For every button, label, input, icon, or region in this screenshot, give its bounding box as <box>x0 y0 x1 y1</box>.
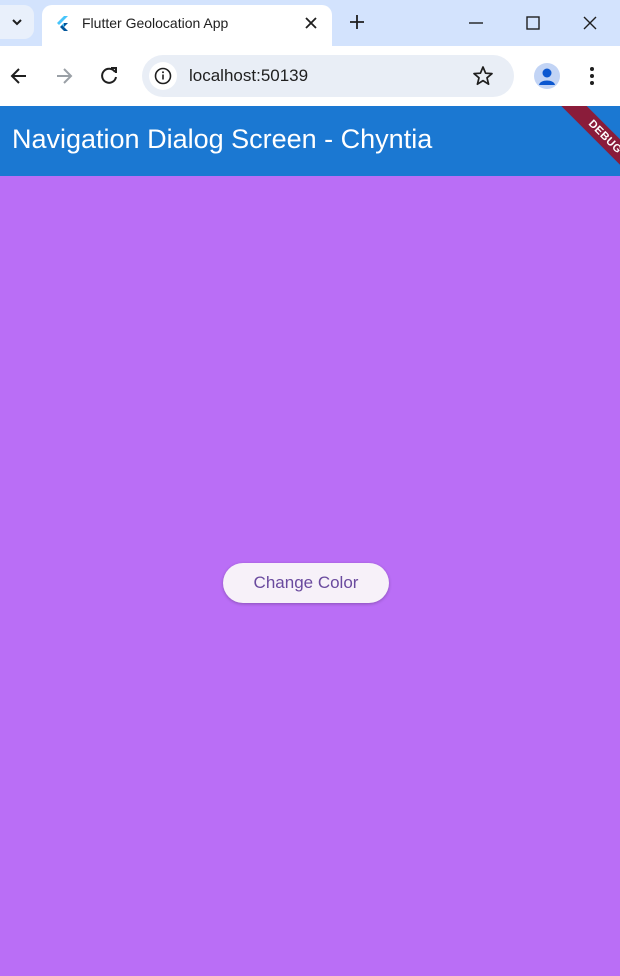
tab-title: Flutter Geolocation App <box>82 15 229 31</box>
window-close-icon[interactable] <box>580 13 600 33</box>
change-color-button[interactable]: Change Color <box>223 563 389 603</box>
arrow-right-icon[interactable] <box>53 65 75 87</box>
browser-titlebar: Flutter Geolocation App <box>0 0 620 46</box>
browser-tab[interactable]: Flutter Geolocation App <box>42 5 332 46</box>
address-bar[interactable]: localhost:50139 <box>142 55 514 97</box>
page-title: Navigation Dialog Screen - Chyntia <box>12 124 433 154</box>
reload-icon[interactable] <box>98 65 120 87</box>
info-icon <box>154 67 172 85</box>
app-bar: Navigation Dialog Screen - Chyntia DEBUG <box>0 106 620 176</box>
star-icon[interactable] <box>472 65 494 87</box>
url-text: localhost:50139 <box>189 66 309 85</box>
person-icon <box>539 68 555 85</box>
close-icon[interactable] <box>304 16 318 30</box>
more-vertical-icon[interactable] <box>582 64 602 88</box>
tab-search-button[interactable] <box>0 5 34 39</box>
plus-icon[interactable] <box>348 13 366 31</box>
profile-button[interactable] <box>534 63 560 89</box>
arrow-left-icon[interactable] <box>8 65 30 87</box>
chevron-down-icon <box>12 19 22 26</box>
browser-toolbar: localhost:50139 <box>0 46 620 107</box>
debug-banner: DEBUG <box>559 106 620 176</box>
maximize-icon[interactable] <box>523 13 543 33</box>
app-body: Change Color <box>0 176 620 976</box>
flutter-icon <box>57 16 68 31</box>
minimize-icon[interactable] <box>466 14 486 32</box>
site-info-button[interactable] <box>149 62 177 90</box>
